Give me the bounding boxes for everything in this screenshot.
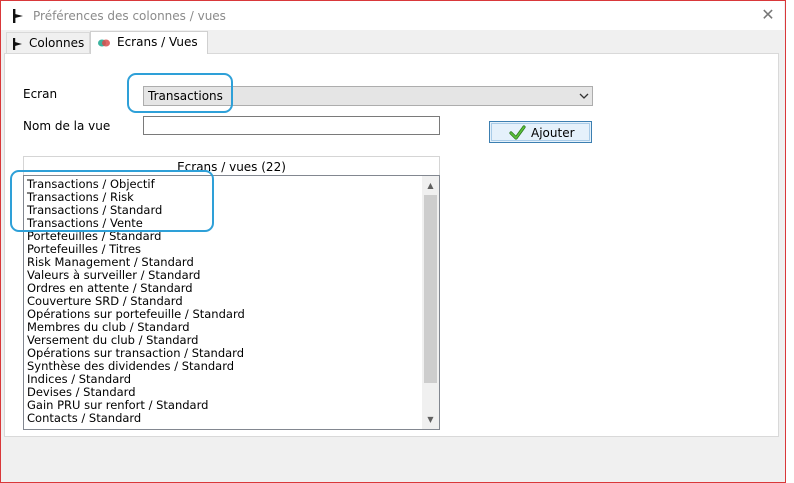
tab-label: Colonnes [29,36,85,50]
annotation-highlight-transactions [10,170,214,232]
annotation-highlight-ecran [127,73,233,113]
close-button[interactable]: ✕ [753,3,783,27]
app-icon [13,9,23,23]
scroll-down-arrow[interactable]: ▼ [422,411,439,428]
tab-ecrans-vues[interactable]: Ecrans / Vues [90,31,208,54]
scroll-up-arrow[interactable]: ▲ [422,177,439,194]
add-button[interactable]: Ajouter [489,121,592,143]
chevron-down-icon [579,93,589,99]
tab-label: Ecrans / Vues [117,35,198,49]
nom-vue-label: Nom de la vue [23,119,111,133]
window-title: Préférences des colonnes / vues [33,9,226,23]
title-bar: Préférences des colonnes / vues ✕ [1,1,784,30]
add-button-label: Ajouter [531,126,575,140]
column-marker-icon [13,37,22,50]
list-item[interactable]: Contacts / Standard [27,412,421,425]
tab-colonnes[interactable]: Colonnes [6,32,90,53]
views-list-scrollbar[interactable]: ▲ ▼ [422,176,439,429]
nom-vue-input[interactable] [143,116,440,135]
ecran-label: Ecran [23,87,58,101]
scroll-thumb[interactable] [424,195,437,383]
check-icon [509,125,526,140]
screens-icon [98,39,110,46]
